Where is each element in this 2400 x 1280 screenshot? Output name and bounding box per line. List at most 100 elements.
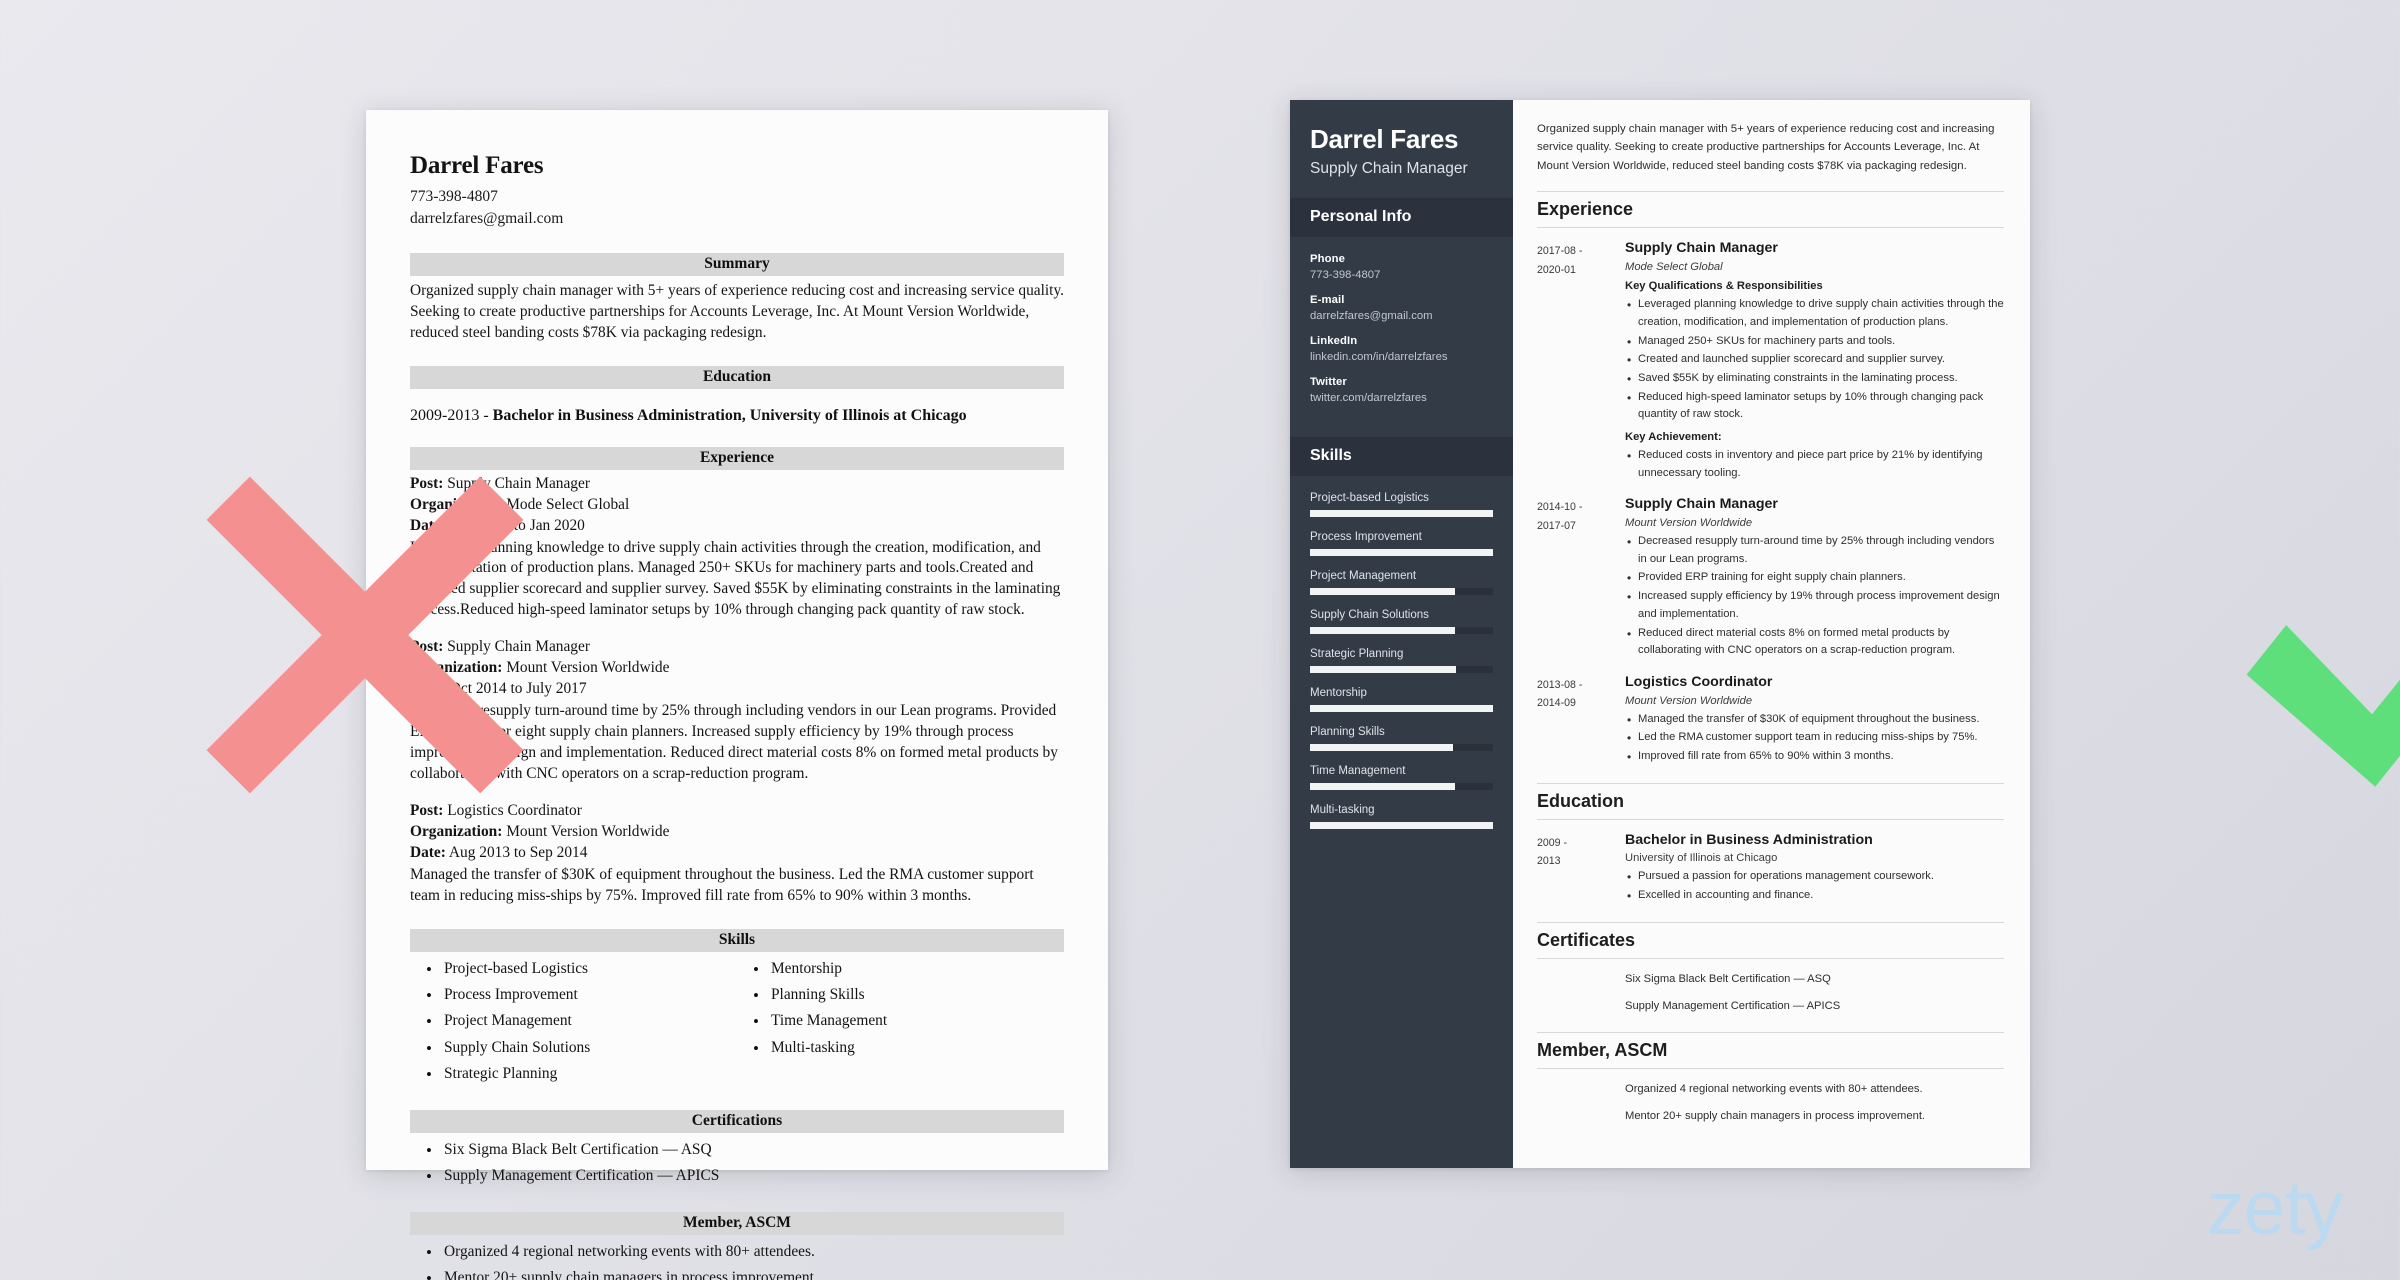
- good-member-item: Organized 4 regional networking events w…: [1625, 1082, 1923, 1095]
- bad-section-header-certifications: Certifications: [410, 1109, 1064, 1133]
- good-job-subheading: Key Qualifications & Responsibilities: [1625, 280, 1823, 293]
- bad-skill-item: Supply Chain Solutions: [410, 1034, 737, 1064]
- good-job-bullet: Increased supply efficiency by 19% throu…: [1625, 588, 2004, 623]
- bad-job-organization: Organization: Mount Version Worldwide: [410, 659, 670, 677]
- bad-certifications-list: Six Sigma Black Belt Certification — ASQ…: [410, 1136, 1064, 1192]
- bad-section-header-skills: Skills: [410, 928, 1064, 952]
- good-section-header-member: Member, ASCM: [1537, 1031, 2004, 1069]
- skill-item: Mentorship: [1310, 687, 1493, 713]
- good-job-bullets: Decreased resupply turn-around time by 2…: [1625, 533, 2004, 660]
- bad-job-organization: Organization: Mount Version Worldwide: [410, 822, 670, 840]
- good-job-bullet: Reduced costs in inventory and piece par…: [1625, 447, 2004, 482]
- good-education-dates: 2009 -2013: [1537, 836, 1568, 867]
- good-job-entry: 2013-08 -2014-09 Logistics Coordinator M…: [1537, 674, 2004, 767]
- good-education-bullets: Pursued a passion for operations managem…: [1625, 868, 2004, 905]
- good-job-organization: Mount Version Worldwide: [1625, 694, 1753, 707]
- good-member-item: Mentor 20+ supply chain managers in proc…: [1625, 1109, 1926, 1122]
- skill-level-fill: [1310, 783, 1455, 791]
- good-job-bullet: Created and launched supplier scorecard …: [1625, 351, 2004, 370]
- good-section-header-certificates: Certificates: [1537, 921, 2004, 959]
- good-job-subheading-2: Key Achievement:: [1625, 430, 1722, 443]
- good-job-bullet: Reduced high-speed laminator setups by 1…: [1625, 389, 2004, 424]
- good-resume-sidebar: Darrel Fares Supply Chain Manager Person…: [1290, 100, 1513, 1168]
- personal-info-field: Twitter twitter.com/darrelzfares: [1310, 376, 1493, 404]
- good-experience-list: 2017-08 -2020-01 Supply Chain Manager Mo…: [1537, 240, 2004, 766]
- bad-resume-phone: 773-398-4807: [410, 188, 498, 205]
- good-resume-main: Organized supply chain manager with 5+ y…: [1513, 100, 2030, 1168]
- good-education-school: University of Illinois at Chicago: [1625, 852, 1778, 865]
- good-certificate-item: Six Sigma Black Belt Certification — ASQ: [1625, 972, 1831, 985]
- bad-certification-item: Six Sigma Black Belt Certification — ASQ: [410, 1136, 1064, 1166]
- bad-job-date: Date: Oct 2014 to July 2017: [410, 680, 587, 698]
- skill-item: Multi-tasking: [1310, 804, 1493, 830]
- skill-level-fill: [1310, 510, 1493, 518]
- skill-name: Multi-tasking: [1310, 804, 1375, 817]
- skill-level-fill: [1310, 744, 1453, 752]
- good-section-header-education: Education: [1537, 782, 2004, 820]
- good-job-bullet: Decreased resupply turn-around time by 2…: [1625, 533, 2004, 568]
- sidebar-section-personal-info: Personal Info: [1290, 198, 1513, 238]
- bad-job-entry: Post: Supply Chain Manager Organization:…: [410, 474, 1064, 622]
- skill-item: Supply Chain Solutions: [1310, 609, 1493, 635]
- personal-info-field: Phone 773-398-4807: [1310, 253, 1493, 281]
- good-resume-page: Darrel Fares Supply Chain Manager Person…: [1290, 100, 2030, 1168]
- skill-item: Planning Skills: [1310, 726, 1493, 752]
- skill-level-bar: [1310, 627, 1493, 635]
- good-job-bullets-2: Reduced costs in inventory and piece par…: [1625, 447, 2004, 482]
- skills-bar-list: Project-based Logistics Process Improvem…: [1290, 476, 1513, 863]
- sidebar-header: Darrel Fares Supply Chain Manager: [1290, 100, 1513, 198]
- skill-name: Process Improvement: [1310, 531, 1422, 544]
- good-job-bullet: Improved fill rate from 65% to 90% withi…: [1625, 748, 2004, 767]
- skill-level-fill: [1310, 666, 1457, 674]
- personal-info-field: E-mail darrelzfares@gmail.com: [1310, 294, 1493, 322]
- personal-info-label: E-mail: [1310, 294, 1345, 307]
- bad-member-list: Organized 4 regional networking events w…: [410, 1238, 1064, 1280]
- bad-skill-item: Project-based Logistics: [410, 954, 737, 984]
- skill-level-bar: [1310, 744, 1493, 752]
- good-job-role: Supply Chain Manager: [1625, 240, 1778, 257]
- skill-level-bar: [1310, 666, 1493, 674]
- skill-name: Planning Skills: [1310, 726, 1385, 739]
- good-certificate-item: Supply Management Certification — APICS: [1625, 999, 1841, 1012]
- bad-skill-item: Project Management: [410, 1007, 737, 1037]
- good-resume-name: Darrel Fares: [1310, 124, 1459, 154]
- skill-level-fill: [1310, 705, 1493, 713]
- good-member-list: Organized 4 regional networking events w…: [1537, 1081, 2004, 1126]
- bad-resume-page: Darrel Fares 773-398-4807 darrelzfares@g…: [366, 110, 1108, 1280]
- personal-info-value: 773-398-4807: [1310, 269, 1381, 282]
- skill-name: Supply Chain Solutions: [1310, 609, 1429, 622]
- good-job-bullets: Leveraged planning knowledge to drive su…: [1625, 296, 2004, 424]
- bad-skill-item: Time Management: [737, 1007, 1064, 1037]
- skill-level-fill: [1310, 627, 1455, 635]
- good-job-dates: 2014-10 -2017-07: [1537, 501, 1583, 532]
- skill-name: Mentorship: [1310, 687, 1367, 700]
- good-job-role: Logistics Coordinator: [1625, 673, 1773, 690]
- good-job-organization: Mode Select Global: [1625, 261, 1723, 274]
- skill-name: Strategic Planning: [1310, 648, 1404, 661]
- bad-skill-item: Mentorship: [737, 954, 1064, 984]
- bad-education-years: 2009-2013 -: [410, 406, 493, 424]
- good-education-entry: 2009 -2013 Bachelor in Business Administ…: [1537, 832, 2004, 906]
- sidebar-section-skills: Skills: [1290, 437, 1513, 477]
- bad-skill-item: Multi-tasking: [737, 1034, 1064, 1064]
- personal-info-label: Twitter: [1310, 376, 1347, 389]
- good-job-bullet: Leveraged planning knowledge to drive su…: [1625, 296, 2004, 331]
- personal-info-label: Phone: [1310, 253, 1346, 266]
- personal-info-field: LinkedIn linkedin.com/in/darrelzfares: [1310, 335, 1493, 363]
- bad-job-entry: Post: Supply Chain Manager Organization:…: [410, 637, 1064, 785]
- bad-skill-item: Process Improvement: [410, 981, 737, 1011]
- good-job-role: Supply Chain Manager: [1625, 496, 1778, 513]
- bad-skill-item: Planning Skills: [737, 981, 1064, 1011]
- bad-job-date: Date: Aug 2013 to Sep 2014: [410, 843, 588, 861]
- skill-level-bar: [1310, 549, 1493, 557]
- good-job-bullets: Managed the transfer of $30K of equipmen…: [1625, 711, 2004, 767]
- personal-info-value: twitter.com/darrelzfares: [1310, 392, 1427, 405]
- good-job-bullet: Managed 250+ SKUs for machinery parts an…: [1625, 333, 2004, 352]
- skill-item: Project Management: [1310, 570, 1493, 596]
- bad-skill-item: Strategic Planning: [410, 1060, 737, 1090]
- skill-item: Strategic Planning: [1310, 648, 1493, 674]
- bad-certification-item: Supply Management Certification — APICS: [410, 1162, 1064, 1192]
- personal-info-fields: Phone 773-398-4807 E-mail darrelzfares@g…: [1290, 237, 1513, 437]
- good-job-bullet: Led the RMA customer support team in red…: [1625, 729, 2004, 748]
- bad-education-entry: 2009-2013 - Bachelor in Business Adminis…: [410, 407, 1064, 425]
